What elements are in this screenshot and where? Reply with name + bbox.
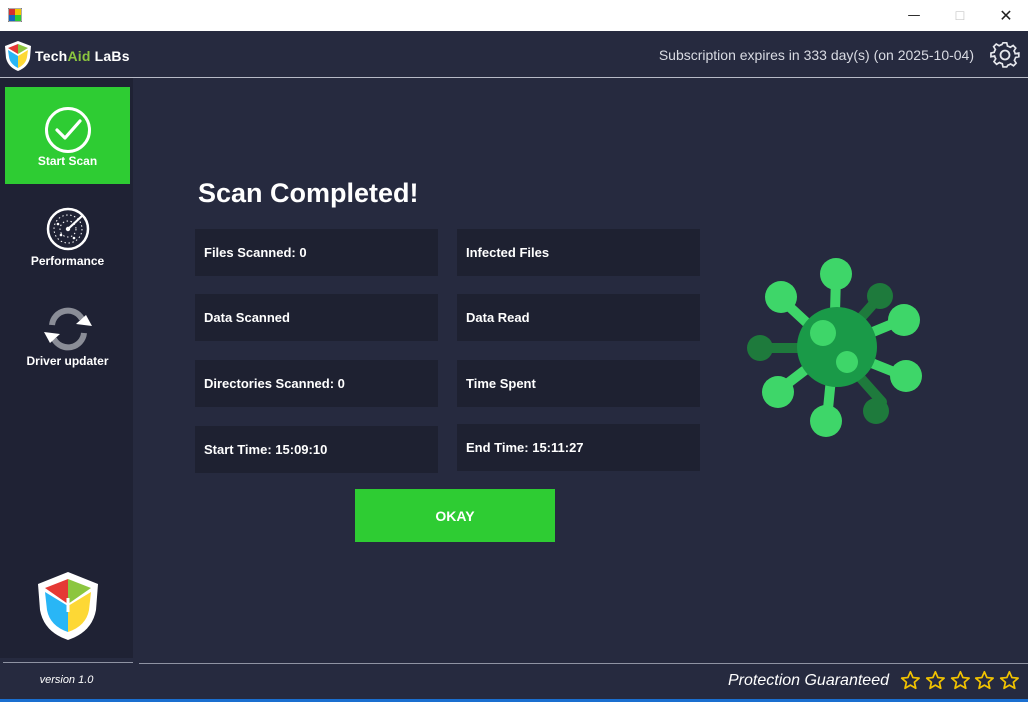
star-icon[interactable] — [950, 670, 971, 691]
subscription-status: Subscription expires in 333 day(s) (on 2… — [658, 47, 974, 63]
sidebar-item-label: Performance — [30, 254, 105, 268]
sidebar-item-label: Driver updater — [26, 354, 109, 368]
stat-data-scanned: Data Scanned — [195, 294, 438, 341]
minimize-button[interactable]: — — [891, 0, 937, 31]
sidebar-divider — [3, 662, 133, 663]
stat-data-read: Data Read — [457, 294, 700, 341]
star-rating[interactable] — [900, 670, 1020, 692]
stat-start-time: Start Time: 15:09:10 — [195, 426, 438, 473]
check-circle-icon — [44, 107, 91, 153]
protection-guaranteed-label: Protection Guaranteed — [728, 672, 889, 689]
stat-directories-scanned: Directories Scanned: 0 — [195, 360, 438, 407]
app-header: TechAid LaBs Subscription expires in 333… — [0, 31, 1028, 78]
radar-icon — [46, 207, 89, 251]
star-icon[interactable] — [974, 670, 995, 691]
sidebar-item-performance[interactable]: Performance — [5, 187, 130, 284]
sidebar-item-driver-updater[interactable]: Driver updater — [5, 288, 130, 385]
logo-shield-icon — [5, 41, 31, 71]
sidebar: Start Scan Performance Driver updater — [0, 78, 133, 658]
gear-icon[interactable] — [990, 40, 1020, 70]
brand-part-labs: LaBs — [90, 48, 130, 64]
stat-end-time: End Time: 15:11:27 — [457, 424, 700, 471]
version-label: version 1.0 — [39, 674, 94, 686]
sidebar-item-label: Start Scan — [37, 154, 98, 168]
close-button[interactable]: ✕ — [983, 0, 1028, 31]
stat-time-spent: Time Spent — [457, 360, 700, 407]
sidebar-item-start-scan[interactable]: Start Scan — [5, 87, 130, 184]
star-icon[interactable] — [925, 670, 946, 691]
star-icon[interactable] — [999, 670, 1020, 691]
refresh-icon — [43, 307, 92, 351]
shield-logo-icon — [38, 572, 98, 640]
window-titlebar: — ☐ ✕ — [0, 0, 1028, 31]
brand-part-tech: Tech — [35, 48, 68, 64]
brand-name: TechAid LaBs — [35, 48, 130, 64]
maximize-button[interactable]: ☐ — [937, 0, 983, 31]
okay-button[interactable]: OKAY — [355, 489, 555, 542]
app-icon — [8, 8, 22, 22]
brand-part-aid: Aid — [67, 48, 91, 64]
virus-icon — [747, 258, 922, 437]
footer-divider — [139, 663, 1028, 664]
star-icon[interactable] — [900, 670, 921, 691]
page-title: Scan Completed! — [198, 178, 419, 208]
stat-infected-files: Infected Files — [457, 229, 700, 276]
stat-files-scanned: Files Scanned: 0 — [195, 229, 438, 276]
